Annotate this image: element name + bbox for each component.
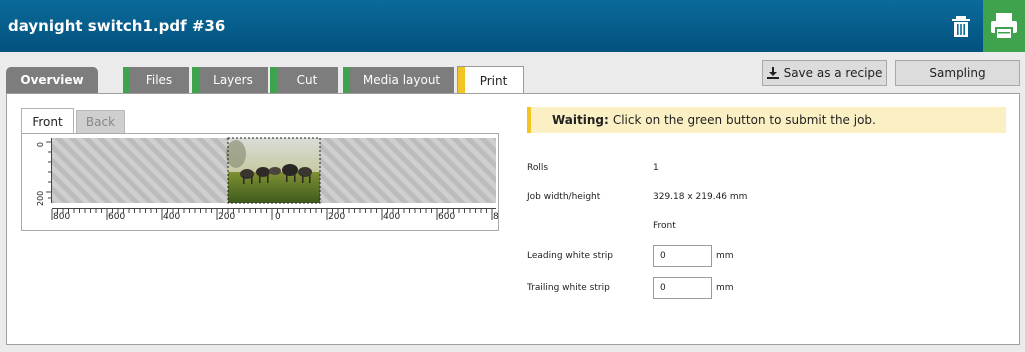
status-banner: Waiting: Click on the green button to su… [527, 107, 1006, 133]
hruler-label: 600 [108, 212, 125, 222]
vruler-label: 200 [36, 191, 45, 206]
tab-front-label: Front [32, 114, 63, 129]
hruler-label: 0 [275, 212, 281, 222]
leading-strip-unit: mm [716, 251, 734, 261]
tab-status-marker [192, 67, 199, 93]
sampling-label: Sampling [929, 66, 986, 80]
job-size-label: Job width/height [527, 192, 601, 202]
save-as-recipe-button[interactable]: Save as a recipe [762, 60, 887, 86]
status-message: Click on the green button to submit the … [612, 113, 876, 127]
tab-label: Layers [213, 73, 253, 87]
print-submit-button[interactable] [983, 0, 1025, 52]
tab-overview[interactable]: Overview [6, 67, 98, 93]
job-title: daynight switch1.pdf #36 [8, 17, 226, 35]
trailing-strip-input[interactable] [653, 277, 712, 299]
preview-canvas: 0 200 800 600 400 200 0 200 400 600 8 [36, 137, 499, 222]
leading-strip-input[interactable] [653, 245, 712, 267]
rolls-label: Rolls [527, 163, 549, 173]
sampling-button[interactable]: Sampling [895, 60, 1020, 86]
layout-preview: 0 200 800 600 400 200 0 200 400 600 8 [21, 133, 499, 231]
hruler-label: 400 [383, 212, 400, 222]
printer-icon [991, 13, 1017, 40]
tab-files[interactable]: Files [123, 67, 189, 93]
job-size-value: 329.18 x 219.46 mm [653, 192, 748, 202]
tab-label: Media layout [362, 73, 441, 87]
tab-label: Cut [296, 73, 318, 87]
status-state: Waiting: [552, 113, 609, 127]
download-icon [766, 67, 779, 79]
trailing-strip-label: Trailing white strip [527, 283, 610, 293]
side-value: Front [653, 221, 676, 231]
trailing-strip-unit: mm [716, 283, 734, 293]
save-as-recipe-label: Save as a recipe [783, 66, 883, 80]
vertical-ruler: 0 200 [36, 138, 52, 206]
tab-status-marker [123, 67, 130, 93]
rolls-value: 1 [653, 163, 659, 173]
tab-status-marker [458, 67, 465, 95]
hruler-label: 800 [53, 212, 70, 222]
job-image-thumbnail[interactable] [226, 137, 321, 204]
tab-print[interactable]: Print [457, 66, 524, 95]
tab-back-label: Back [85, 115, 116, 129]
tab-label: Files [145, 73, 173, 87]
tab-label: Overview [20, 73, 84, 87]
hruler-label: 8 [493, 212, 498, 222]
horizontal-ruler: 800 600 400 200 0 200 400 600 8 [51, 208, 499, 222]
tab-front[interactable]: Front [21, 108, 74, 134]
hruler-label: 200 [328, 212, 345, 222]
leading-strip-label: Leading white strip [527, 251, 614, 261]
tab-back[interactable]: Back [76, 110, 125, 134]
tab-layers[interactable]: Layers [192, 67, 268, 93]
tab-status-marker [270, 67, 277, 93]
vruler-label: 0 [36, 142, 45, 147]
tab-media-layout[interactable]: Media layout [343, 67, 454, 93]
hruler-label: 400 [163, 212, 180, 222]
hruler-label: 200 [218, 212, 235, 222]
delete-button[interactable] [943, 8, 979, 44]
tab-label: Print [479, 74, 508, 88]
hruler-label: 600 [438, 212, 455, 222]
tab-cut[interactable]: Cut [270, 67, 338, 93]
tab-status-marker [343, 67, 350, 93]
trash-icon [952, 16, 970, 37]
